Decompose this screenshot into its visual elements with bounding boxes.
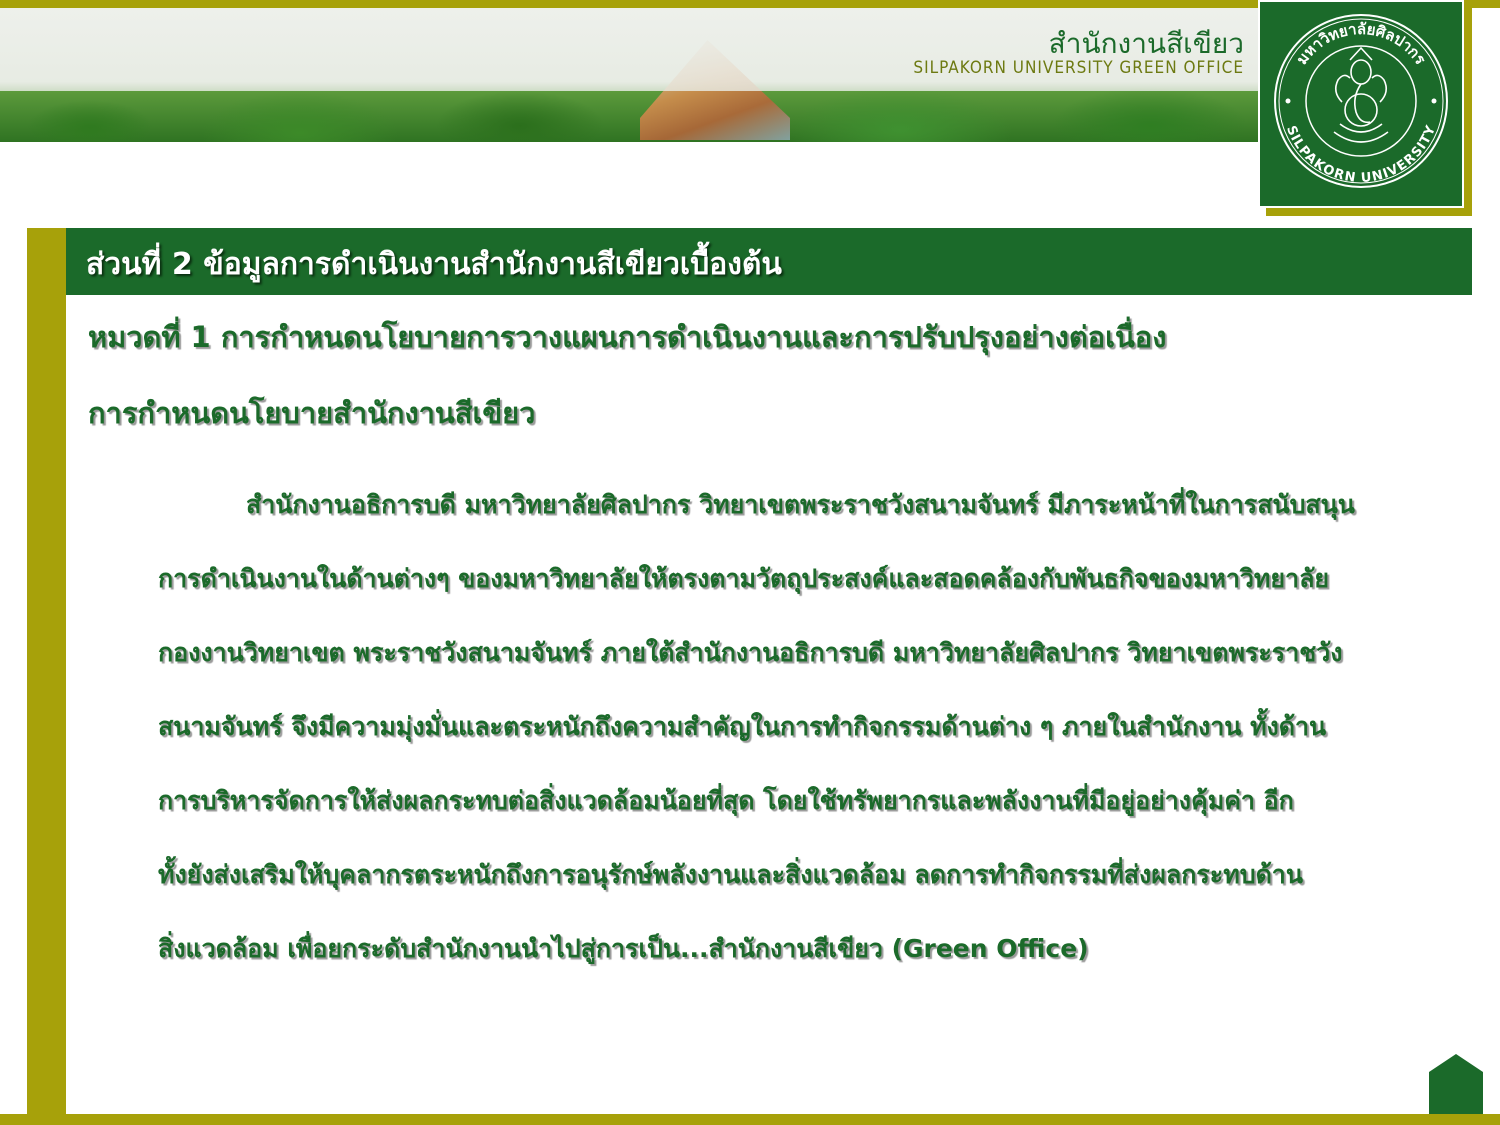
- bottom-accent-bar: [0, 1114, 1500, 1125]
- policy-subheading: การกำหนดนโยบายสำนักงานสีเขียว: [88, 396, 536, 430]
- seal-text-top: มหาวิทยาลัยศิลปากร: [1293, 20, 1430, 69]
- paragraph-line-1: สำนักงานอธิการบดี มหาวิทยาลัยศิลปากร วิท…: [246, 490, 1355, 519]
- paragraph-line-2: การดำเนินงานในด้านต่างๆ ของมหาวิทยาลัยให…: [158, 564, 1330, 593]
- office-name-english: SILPAKORN UNIVERSITY GREEN OFFICE: [913, 58, 1244, 78]
- silpakorn-seal-icon: มหาวิทยาลัยศิลปากร SILPAKORN UNIVERSITY: [1274, 14, 1448, 188]
- section-title: ส่วนที่ 2 ข้อมูลการดำเนินงานสำนักงานสีเข…: [86, 247, 782, 282]
- svg-text:มหาวิทยาลัยศิลปากร: มหาวิทยาลัยศิลปากร: [1293, 20, 1430, 69]
- paragraph-line-7: สิ่งแวดล้อม เพื่อยกระดับสำนักงานนำไปสู่ก…: [158, 934, 1089, 963]
- paragraph-line-6: ทั้งยังส่งเสริมให้บุคลากรตระหนักถึงการอน…: [158, 860, 1303, 889]
- paragraph-line-5: การบริหารจัดการให้ส่งผลกระทบต่อสิ่งแวดล้…: [158, 786, 1294, 815]
- home-icon[interactable]: [1429, 1054, 1483, 1114]
- paragraph-line-3: กองงานวิทยาเขต พระราชวังสนามจันทร์ ภายใต…: [158, 638, 1343, 667]
- category-heading: หมวดที่ 1 การกำหนดนโยบายการวางแผนการดำเน…: [88, 320, 1167, 354]
- left-accent-bar: [27, 228, 66, 1125]
- paragraph-line-4: สนามจันทร์ จึงมีความมุ่งมั่นและตระหนักถึ…: [158, 712, 1327, 741]
